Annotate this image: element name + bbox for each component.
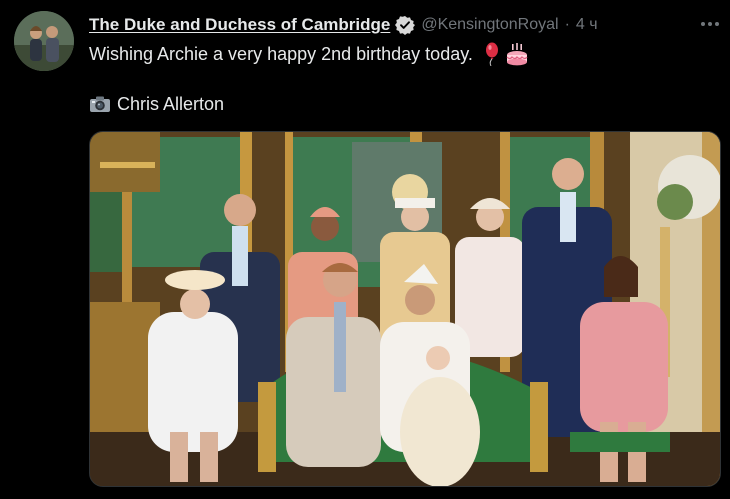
more-options-icon[interactable]	[697, 13, 723, 35]
photo-credit-line: Chris Allerton	[89, 92, 224, 116]
avatar-image	[14, 11, 74, 71]
birthday-cake-emoji	[505, 42, 529, 66]
tweet-timestamp[interactable]: 4 ч	[576, 16, 598, 34]
author-handle[interactable]: @KensingtonRoyal	[421, 16, 558, 34]
tweet-text-line: Wishing Archie a very happy 2nd birthday…	[89, 42, 529, 66]
verified-badge-icon	[395, 15, 416, 35]
tweet-header: The Duke and Duchess of Cambridge @Kensi…	[89, 13, 598, 37]
camera-emoji	[89, 95, 111, 113]
author-avatar[interactable]	[14, 11, 74, 71]
balloon-emoji	[481, 42, 501, 66]
author-name[interactable]: The Duke and Duchess of Cambridge	[89, 15, 390, 35]
tweet-photo[interactable]	[89, 131, 721, 487]
tweet-card[interactable]: The Duke and Duchess of Cambridge @Kensi…	[0, 0, 730, 499]
photo-credit-name: Chris Allerton	[117, 93, 225, 114]
tweet-text: Wishing Archie a very happy 2nd birthday…	[89, 43, 473, 64]
royal-family-photo	[90, 132, 720, 486]
header-separator: ·	[564, 16, 570, 33]
